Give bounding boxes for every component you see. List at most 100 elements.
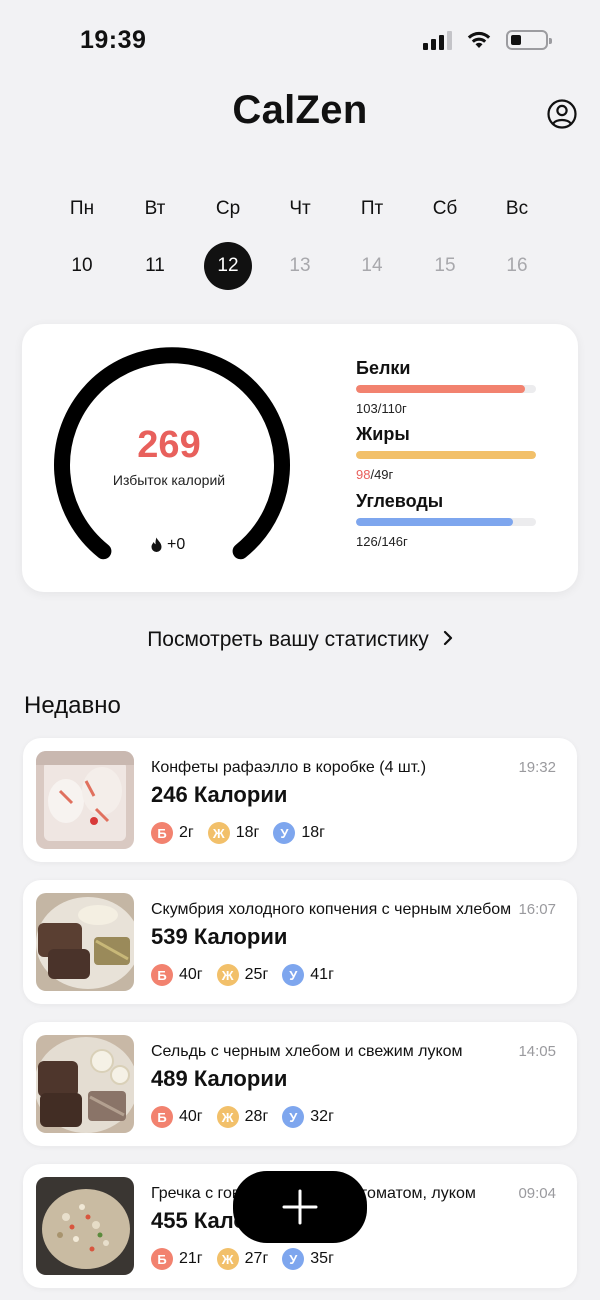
- fat-badge-icon: Ж: [216, 1248, 239, 1270]
- day-16[interactable]: 16: [493, 242, 541, 290]
- meal-photo: [36, 751, 134, 849]
- meal-name: Сельдь с черным хлебом и свежим луком: [151, 1043, 463, 1060]
- meal-calories: 246 Калории: [151, 782, 288, 807]
- fat-badge-icon: Ж: [216, 1106, 239, 1128]
- day-14[interactable]: 14: [348, 242, 396, 290]
- cellular-signal-icon: [423, 30, 452, 50]
- meal-carbs: 41г: [310, 966, 334, 983]
- meal-carbs: 32г: [310, 1108, 334, 1125]
- meal-time: 14:05: [518, 1043, 556, 1060]
- meal-fat: 28г: [244, 1108, 269, 1125]
- status-icons: [423, 30, 552, 50]
- meal-protein: 21г: [179, 1250, 203, 1267]
- day-12-selected[interactable]: 12: [204, 242, 252, 290]
- meal-carbs: 18г: [301, 824, 326, 841]
- view-statistics-label: Посмотреть вашу статистику: [147, 628, 429, 651]
- calorie-surplus-caption: Избыток калорий: [112, 472, 226, 488]
- meal-macros: Б 40г Ж 25г У 41г: [151, 964, 334, 986]
- macro-fat-amount: 98/49г: [356, 467, 538, 482]
- day-13[interactable]: 13: [276, 242, 324, 290]
- weekday-label: Чт: [289, 198, 311, 219]
- protein-badge-icon: Б: [151, 1248, 173, 1270]
- meal-fat: 25г: [244, 966, 269, 983]
- macro-fat: Жиры 98/49г: [356, 424, 538, 482]
- protein-badge-icon: Б: [151, 822, 173, 844]
- macro-carbs-eaten: 126: [356, 534, 378, 549]
- meal-photo: [36, 893, 134, 991]
- meal-name: Скумбрия холодного копчения с черным хле…: [151, 901, 512, 918]
- meal-macros: Б 21г Ж 27г У 35г: [151, 1248, 334, 1270]
- meal-calories: 539 Калории: [151, 924, 288, 949]
- macro-carbs-bar: [356, 518, 536, 526]
- macro-carbs-amount: 126/146г: [356, 534, 538, 549]
- view-statistics-link[interactable]: Посмотреть вашу статистику: [0, 628, 600, 652]
- chevron-right-icon: [443, 628, 453, 652]
- recent-section-title: Недавно: [24, 692, 121, 719]
- meal-photo: [36, 1035, 134, 1133]
- macro-protein: Белки 103/110г: [356, 358, 538, 416]
- app-title: CalZen: [232, 88, 368, 132]
- macro-fat-label: Жиры: [356, 424, 410, 444]
- meal-time: 19:32: [518, 759, 556, 776]
- weekday-label: Пт: [360, 198, 384, 219]
- protein-badge-icon: Б: [151, 1106, 173, 1128]
- meal-protein: 2г: [179, 824, 194, 841]
- macro-protein-fill: [356, 385, 526, 393]
- macro-protein-goal: /110г: [377, 401, 407, 416]
- meal-name: Конфеты рафаэлло в коробке (4 шт.): [151, 759, 427, 776]
- weekday-label: Пн: [69, 198, 95, 219]
- meal-time: 16:07: [518, 901, 556, 918]
- macro-fat-eaten: 98: [356, 467, 371, 482]
- meal-card[interactable]: Конфеты рафаэлло в коробке (4 шт.) 19:32…: [23, 738, 577, 862]
- weekday-label: Сб: [432, 198, 458, 219]
- profile-icon[interactable]: [546, 98, 578, 130]
- protein-badge-icon: Б: [151, 964, 173, 986]
- meal-fat: 27г: [244, 1250, 269, 1267]
- day-10[interactable]: 10: [58, 242, 106, 290]
- meal-protein: 40г: [179, 1108, 203, 1125]
- meal-fat: 18г: [235, 824, 260, 841]
- meal-card[interactable]: Сельдь с черным хлебом и свежим луком 14…: [23, 1022, 577, 1146]
- fat-badge-icon: Ж: [216, 964, 239, 986]
- meal-time: 09:04: [518, 1185, 556, 1202]
- macro-protein-bar: [356, 385, 536, 393]
- calorie-summary-card[interactable]: 269 Избыток калорий +0 Белки 103/110г Жи…: [22, 324, 578, 592]
- day-15[interactable]: 15: [421, 242, 469, 290]
- carbs-badge-icon: У: [282, 964, 305, 986]
- calorie-surplus-value: 269: [137, 424, 201, 466]
- carbs-badge-icon: У: [282, 1248, 305, 1270]
- macro-carbs: Углеводы 126/146г: [356, 491, 538, 549]
- meal-macros: Б 2г Ж 18г У 18г: [151, 822, 325, 844]
- macro-carbs-goal: /146г: [377, 534, 408, 549]
- fat-badge-icon: Ж: [207, 822, 230, 844]
- day-11[interactable]: 11: [131, 242, 179, 290]
- weekday-label: Вс: [505, 198, 529, 219]
- meal-carbs: 35г: [310, 1250, 334, 1267]
- carbs-badge-icon: У: [273, 822, 296, 844]
- status-bar: 19:39: [0, 0, 600, 80]
- carbs-badge-icon: У: [282, 1106, 305, 1128]
- macro-carbs-fill: [356, 518, 513, 526]
- wifi-icon: [467, 31, 491, 48]
- burned-value: +0: [167, 536, 186, 553]
- meal-calories: 489 Калории: [151, 1066, 288, 1091]
- macro-protein-amount: 103/110г: [356, 401, 538, 416]
- weekday-label: Ср: [215, 198, 241, 219]
- weekday-label: Вт: [144, 198, 166, 219]
- flame-icon: [151, 537, 162, 552]
- macro-fat-fill: [356, 451, 536, 459]
- status-time: 19:39: [80, 26, 147, 54]
- battery-icon: [506, 30, 552, 50]
- add-meal-button[interactable]: [233, 1171, 367, 1243]
- meal-card[interactable]: Скумбрия холодного копчения с черным хле…: [23, 880, 577, 1004]
- macro-carbs-label: Углеводы: [356, 491, 444, 511]
- macro-protein-label: Белки: [356, 358, 411, 378]
- macro-fat-goal: /49г: [370, 467, 394, 482]
- macro-protein-eaten: 103: [356, 401, 378, 416]
- meal-macros: Б 40г Ж 28г У 32г: [151, 1106, 334, 1128]
- plus-icon: [282, 1189, 318, 1225]
- meal-protein: 40г: [179, 966, 203, 983]
- meal-photo: [36, 1177, 134, 1275]
- macro-fat-bar: [356, 451, 536, 459]
- burned-calories: +0: [150, 536, 185, 554]
